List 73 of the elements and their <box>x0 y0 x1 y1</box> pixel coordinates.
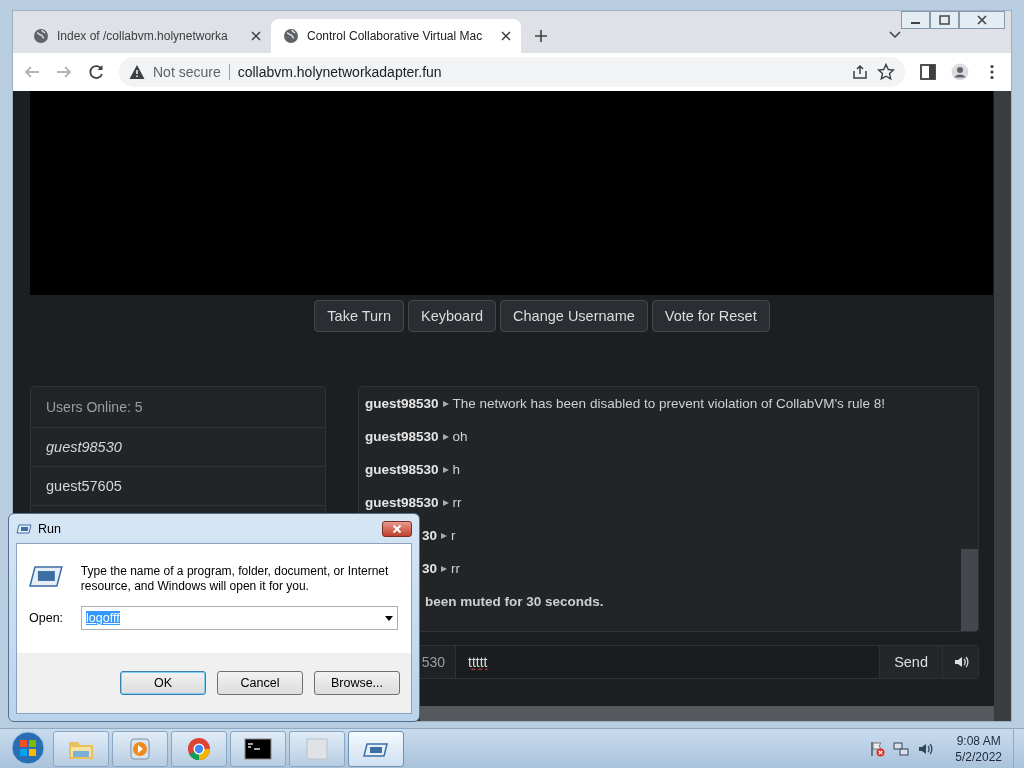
vm-control-button[interactable]: Keyboard <box>408 300 497 332</box>
users-online-header: Users Online: 5 <box>31 387 325 428</box>
url-text: collabvm.holynetworkadapter.fun <box>237 64 442 80</box>
chat-message: r <box>451 528 456 543</box>
run-icon <box>29 564 63 588</box>
reload-icon[interactable] <box>87 63 105 81</box>
chat-username: guest98530 <box>365 495 439 510</box>
triangle-icon <box>441 565 447 572</box>
chat-message: rr <box>452 495 462 510</box>
warning-icon <box>129 64 145 80</box>
user-item[interactable]: guest98530 <box>31 428 325 467</box>
clock[interactable]: 9:08 AM 5/2/2022 <box>955 732 1002 765</box>
caret-icon[interactable] <box>385 615 393 621</box>
browser-tab[interactable]: Control Collaborative Virtual Mac <box>271 19 521 53</box>
share-icon[interactable] <box>851 63 869 81</box>
chat-username: guest98530 <box>365 429 439 444</box>
vm-control-button[interactable]: Take Turn <box>314 300 404 332</box>
dialog-button[interactable]: OK <box>120 671 206 695</box>
chat-message: rr <box>451 561 460 576</box>
triangle-icon <box>442 466 449 473</box>
chat-username-label: 530 <box>420 654 446 670</box>
chevron-down-icon[interactable] <box>889 31 901 39</box>
clock-time: 9:08 AM <box>956 732 1001 749</box>
chat-username: 30 <box>421 528 437 543</box>
chat-username: 30 <box>421 561 437 576</box>
close-icon[interactable] <box>501 31 511 41</box>
dialog-title: Run <box>38 521 61 536</box>
network-icon[interactable] <box>893 740 910 757</box>
security-label: Not secure <box>153 64 230 80</box>
chat-username: guest98530 <box>365 396 439 411</box>
chat-message: oh <box>452 429 468 444</box>
chat-message: The network has been disabled to prevent violation of CollabVM's rule 8! <box>452 396 886 411</box>
profile-icon[interactable] <box>951 63 969 81</box>
scrollbar-thumb[interactable] <box>420 706 994 721</box>
system-message: been muted for 30 seconds. <box>425 594 604 609</box>
browser-icon <box>185 736 213 761</box>
taskbar-button[interactable] <box>230 730 286 767</box>
dialog-button[interactable]: Cancel <box>217 671 303 695</box>
flag-icon[interactable] <box>869 740 886 757</box>
address-bar[interactable]: Not secure collabvm.holynetworkadapter.fun <box>119 57 905 87</box>
globe-icon <box>33 28 49 44</box>
clock-date: 5/2/2022 <box>955 748 1002 765</box>
chat-username: guest98530 <box>365 462 439 477</box>
volume-button[interactable] <box>942 646 978 678</box>
chat-message: h <box>452 462 461 477</box>
triangle-icon <box>442 400 449 407</box>
speaker-icon <box>952 654 969 670</box>
start-orb-icon <box>8 729 48 766</box>
star-icon[interactable] <box>877 63 895 81</box>
triangle-icon <box>442 499 449 506</box>
scrollbar-thumb[interactable] <box>961 549 978 631</box>
plus-icon <box>533 28 549 44</box>
vm-control-button[interactable]: Change Username <box>500 300 648 332</box>
triangle-icon <box>442 433 449 440</box>
maximize-button[interactable] <box>930 11 959 29</box>
side-panel-icon[interactable] <box>919 63 937 81</box>
send-button[interactable]: Send <box>879 646 942 678</box>
terminal-icon <box>244 736 272 761</box>
triangle-icon <box>441 532 447 539</box>
open-label: Open: <box>29 611 64 625</box>
globe-icon <box>283 28 299 44</box>
window-icon <box>303 736 331 761</box>
page-scrollbar[interactable] <box>994 91 1011 721</box>
dialog-description: Type the name of a program, folder, document, or Internet resource, and Windows will open it for you. <box>80 564 390 594</box>
dialog-button[interactable]: Browse... <box>314 671 400 695</box>
close-icon[interactable] <box>251 31 261 41</box>
user-item[interactable]: guest57605 <box>31 467 325 506</box>
minimize-button[interactable] <box>901 11 930 29</box>
close-icon <box>392 523 402 534</box>
browser-tab[interactable]: Index of /collabvm.holynetworka <box>21 19 271 53</box>
close-button[interactable] <box>382 520 412 537</box>
chat-input[interactable]: ttttt <box>455 646 880 678</box>
vm-control-button[interactable]: Vote for Reset <box>651 300 770 332</box>
